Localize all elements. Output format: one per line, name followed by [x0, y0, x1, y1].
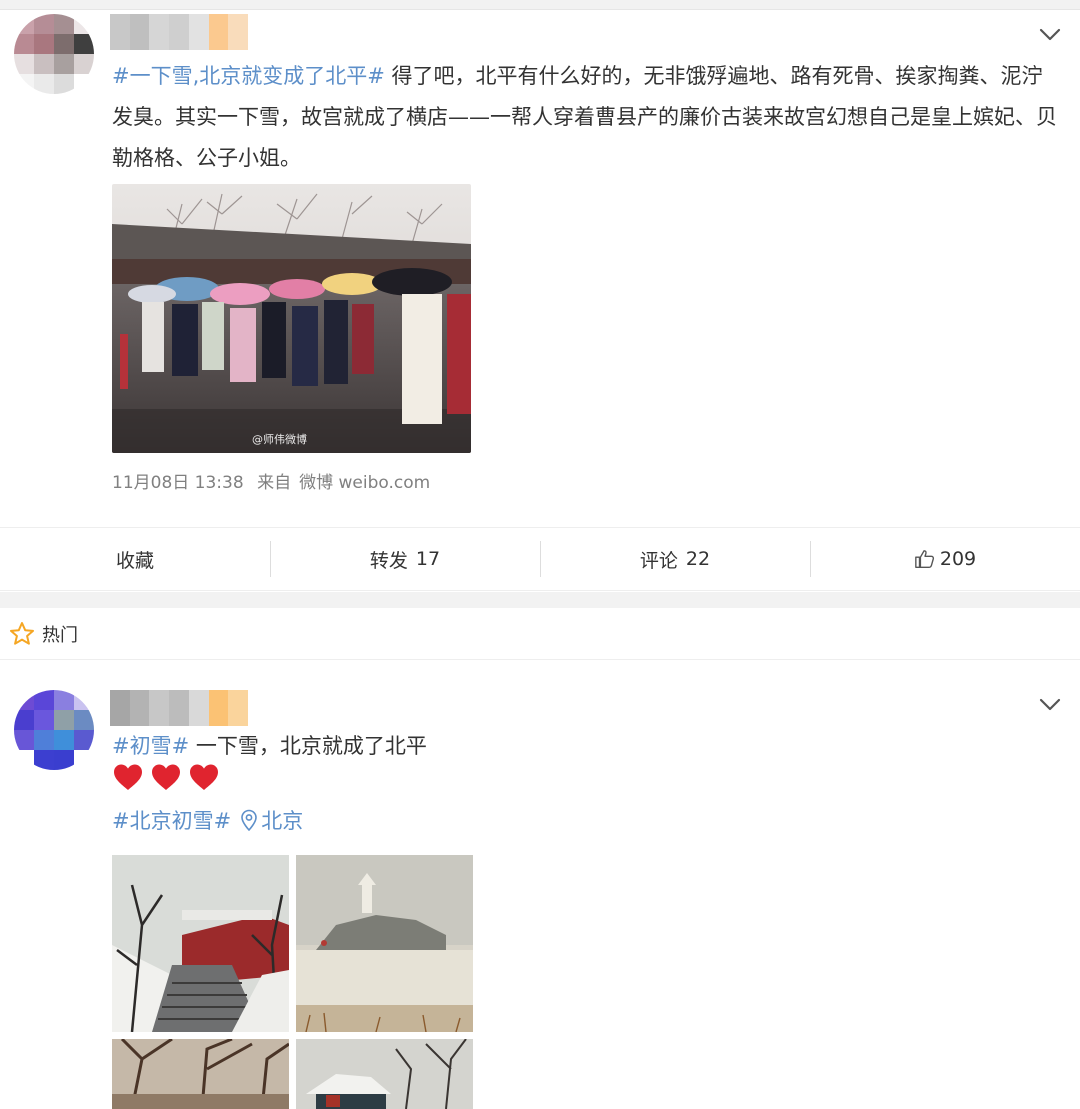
star-outline-icon — [10, 621, 34, 645]
username-blurred[interactable] — [110, 14, 249, 50]
weibo-post-1: #一下雪,北京就变成了北平# 得了吧，北平有什么好的，无非饿殍遍地、路有死骨、挨… — [0, 0, 1080, 592]
section-gap — [0, 592, 1080, 608]
comment-count: 22 — [685, 548, 711, 570]
thumbs-up-icon — [915, 550, 934, 568]
heart-icon — [152, 764, 180, 790]
hashtag-link[interactable]: #初雪# — [112, 734, 189, 758]
post-meta: 11月08日 13:38 来自 微博 weibo.com — [112, 468, 438, 493]
weibo-post-2: #初雪# 一下雪，北京就成了北平 #北京初雪# 北京 — [0, 660, 1080, 1109]
post-photo[interactable]: @师伟微博 — [112, 184, 471, 453]
like-count: 209 — [939, 548, 977, 570]
hashtag-link-2[interactable]: #北京初雪# — [112, 805, 231, 835]
comment-button[interactable]: 评论 22 — [540, 528, 810, 590]
favorite-button[interactable]: 收藏 — [0, 528, 270, 590]
top-edge — [0, 0, 1080, 10]
favorite-label: 收藏 — [115, 549, 154, 572]
chevron-down-icon[interactable] — [1036, 20, 1064, 48]
repost-count: 17 — [415, 548, 441, 570]
hashtag-link[interactable]: #一下雪,北京就变成了北平# — [112, 64, 385, 88]
source-name[interactable]: 微博 weibo.com — [299, 473, 430, 493]
post-image-2[interactable] — [296, 855, 473, 1032]
heart-icon — [114, 764, 142, 790]
post-image-1[interactable] — [112, 855, 289, 1032]
user-avatar[interactable] — [14, 14, 94, 94]
post-image-3[interactable] — [112, 1039, 289, 1109]
heart-icon — [190, 764, 218, 790]
post-text: #一下雪,北京就变成了北平# 得了吧，北平有什么好的，无非饿殍遍地、路有死骨、挨… — [112, 56, 1062, 179]
hot-label: 热门 — [42, 624, 78, 646]
post-body: 一下雪，北京就成了北平 — [189, 734, 427, 758]
location-pin-icon — [241, 809, 258, 831]
source-prefix: 来自 — [257, 473, 292, 493]
post-timestamp[interactable]: 11月08日 13:38 — [112, 473, 244, 493]
repost-label: 转发 — [369, 549, 408, 572]
like-button[interactable]: 209 — [810, 528, 1080, 590]
chevron-down-icon[interactable] — [1036, 690, 1064, 718]
post-image-4[interactable] — [296, 1039, 473, 1109]
repost-button[interactable]: 转发 17 — [270, 528, 540, 590]
username-blurred[interactable] — [110, 690, 249, 726]
post-text: #初雪# 一下雪，北京就成了北平 — [112, 726, 1062, 767]
hot-section-header: 热门 — [0, 608, 1080, 660]
action-bar: 收藏 转发 17 评论 22 209 — [0, 527, 1080, 591]
user-avatar[interactable] — [14, 690, 94, 770]
location-link[interactable]: 北京 — [261, 805, 303, 835]
comment-label: 评论 — [639, 549, 678, 572]
heart-emojis — [112, 763, 220, 791]
tag-location-line: #北京初雪# 北京 — [112, 805, 311, 835]
image-watermark: @师伟微博 — [252, 432, 307, 446]
